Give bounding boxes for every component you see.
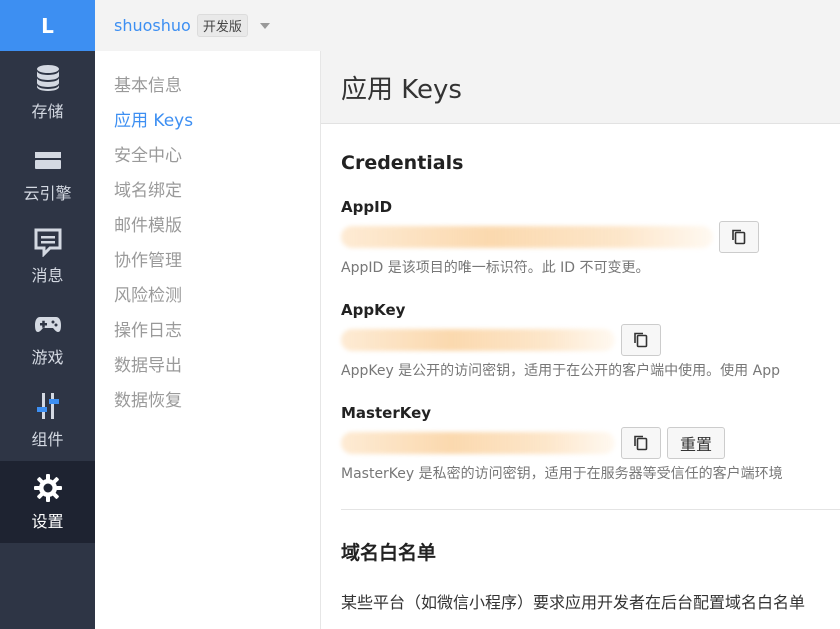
subnav-item-collaboration[interactable]: 协作管理: [95, 246, 320, 281]
gear-icon: [33, 473, 62, 502]
rail-item-label: 组件: [31, 429, 64, 449]
subnav-item-security[interactable]: 安全中心: [95, 141, 320, 176]
copy-masterkey-button[interactable]: [621, 427, 661, 459]
subnav-item-app-keys[interactable]: 应用 Keys: [95, 106, 320, 141]
masterkey-value-redacted[interactable]: [341, 432, 615, 454]
copy-appkey-button[interactable]: [621, 324, 661, 356]
message-icon: [34, 228, 61, 257]
database-icon: [36, 64, 59, 91]
server-icon: [34, 151, 61, 169]
chevron-down-icon[interactable]: [259, 22, 270, 29]
subnav-item-domain-binding[interactable]: 域名绑定: [95, 176, 320, 211]
rail-item-games[interactable]: 游戏: [0, 297, 95, 379]
section-divider: [341, 509, 840, 510]
domain-whitelist-description: 某些平台（如微信小程序）要求应用开发者在后台配置域名白名单: [341, 593, 806, 612]
masterkey-help: MasterKey 是私密的访问密钥，适用于在服务器等受信任的客户端环境: [341, 466, 783, 482]
reset-masterkey-button[interactable]: 重置: [667, 427, 726, 459]
copy-appid-button[interactable]: [719, 221, 759, 253]
settings-subnav: 基本信息 应用 Keys 安全中心 域名绑定 邮件模版 协作管理 风险检测 操作…: [95, 51, 320, 629]
app-name-link[interactable]: shuoshuo: [114, 16, 191, 35]
page-header: 应用 Keys: [321, 51, 840, 124]
rail-item-components[interactable]: 组件: [0, 379, 95, 461]
appid-help: AppID 是该项目的唯一标识符。此 ID 不可变更。: [341, 260, 650, 276]
subnav-item-basic-info[interactable]: 基本信息: [95, 71, 320, 106]
rail-item-storage[interactable]: 存储: [0, 51, 95, 133]
env-badge: 开发版: [196, 14, 248, 37]
appkey-value-redacted[interactable]: [341, 329, 615, 351]
subnav-item-data-export[interactable]: 数据导出: [95, 351, 320, 386]
credentials-title: Credentials: [341, 152, 464, 174]
app-rail: L 存储 云引擎 消息 游戏 组件 设置: [0, 0, 95, 629]
appkey-row: [341, 324, 840, 356]
app-logo[interactable]: L: [0, 0, 95, 51]
rail-item-messages[interactable]: 消息: [0, 215, 95, 297]
subnav-item-risk-detection[interactable]: 风险检测: [95, 281, 320, 316]
rail-item-settings[interactable]: 设置: [0, 461, 95, 543]
top-bar: shuoshuo 开发版: [95, 0, 840, 51]
copy-icon: [634, 332, 648, 348]
domain-whitelist-title: 域名白名单: [341, 542, 437, 564]
masterkey-label: MasterKey: [341, 404, 432, 422]
appkey-help: AppKey 是公开的访问密钥，适用于在公开的客户端中使用。使用 App: [341, 363, 780, 379]
appid-label: AppID: [341, 198, 393, 216]
subnav-item-data-restore[interactable]: 数据恢复: [95, 386, 320, 421]
copy-icon: [732, 229, 746, 245]
gamepad-icon: [34, 316, 61, 332]
sliders-icon: [36, 392, 59, 419]
appid-row: [341, 221, 840, 253]
subnav-item-email-templates[interactable]: 邮件模版: [95, 211, 320, 246]
appkey-label: AppKey: [341, 301, 406, 319]
appid-value-redacted[interactable]: [341, 226, 713, 248]
copy-icon: [634, 435, 648, 451]
rail-item-label: 云引擎: [23, 183, 72, 203]
rail-item-label: 设置: [31, 511, 64, 531]
rail-item-label: 存储: [31, 101, 64, 121]
page-title: 应用 Keys: [341, 74, 462, 105]
rail-item-label: 游戏: [31, 347, 64, 367]
rail-item-cloud-engine[interactable]: 云引擎: [0, 133, 95, 215]
subnav-item-operation-logs[interactable]: 操作日志: [95, 316, 320, 351]
masterkey-row: 重置: [341, 427, 840, 459]
main-content: 应用 Keys Credentials AppID AppID 是该项目的唯一标…: [320, 51, 840, 629]
rail-item-label: 消息: [31, 265, 64, 285]
